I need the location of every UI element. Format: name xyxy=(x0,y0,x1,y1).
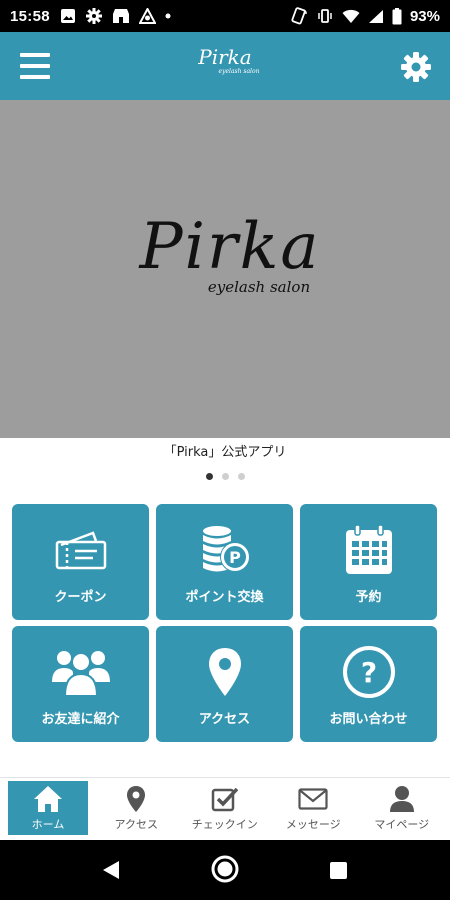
nav-triangle-icon xyxy=(138,8,156,24)
tab-message-label: メッセージ xyxy=(285,818,341,831)
bottom-tab-bar: ホーム アクセス チェックイン メッセージ マイページ xyxy=(0,777,450,839)
point-exchange-label: ポイント交換 xyxy=(185,590,264,605)
header-logo-subtext: eyelash salon xyxy=(218,68,260,75)
refer-friend-tile[interactable]: お友達に紹介 xyxy=(12,626,149,742)
svg-text:P: P xyxy=(229,548,241,567)
phone-signal-icon xyxy=(291,7,307,25)
hero-banner[interactable]: Pirka eyelash salon xyxy=(0,100,450,438)
banner-logo-text: Pirka xyxy=(139,210,321,284)
reservation-tile[interactable]: 予約 xyxy=(300,504,437,620)
people-icon xyxy=(51,651,110,697)
header-logo-text: Pirka xyxy=(198,45,252,69)
map-pin-icon xyxy=(208,648,241,696)
reservation-label: 予約 xyxy=(355,590,382,605)
battery-icon xyxy=(392,7,402,24)
access-label: アクセス xyxy=(198,712,251,727)
tab-message[interactable]: メッセージ xyxy=(269,781,358,835)
point-exchange-tile[interactable]: P ポイント交換 xyxy=(156,504,293,620)
coins-p-icon: P xyxy=(202,526,250,572)
checkbox-icon xyxy=(211,787,239,812)
menu-icon-bar xyxy=(20,64,50,68)
back-icon[interactable] xyxy=(102,860,120,880)
envelope-icon xyxy=(298,788,328,810)
settings-icon xyxy=(85,8,102,24)
tab-mypage-label: マイページ xyxy=(374,818,430,831)
wifi-icon xyxy=(342,9,360,23)
access-tile[interactable]: アクセス xyxy=(156,626,293,742)
image-icon xyxy=(60,9,75,23)
contact-tile[interactable]: ? お問い合わせ xyxy=(300,626,437,742)
recent-apps-icon[interactable] xyxy=(330,862,347,879)
banner-logo: Pirka eyelash salon xyxy=(120,212,340,296)
svg-text:?: ? xyxy=(360,656,376,689)
tab-mypage[interactable]: マイページ xyxy=(358,781,447,835)
menu-button[interactable] xyxy=(20,53,50,79)
map-pin-icon xyxy=(127,786,146,812)
tab-checkin-label: チェックイン xyxy=(191,818,258,831)
store-icon xyxy=(112,9,129,23)
ticket-icon xyxy=(55,531,106,570)
status-bar: 15:58 93% xyxy=(0,0,450,32)
carousel-dots[interactable] xyxy=(0,473,450,480)
tab-home[interactable]: ホーム xyxy=(8,781,88,835)
carousel-dot-3[interactable] xyxy=(237,473,245,480)
tab-home-label: ホーム xyxy=(31,818,65,831)
question-icon: ? xyxy=(342,646,395,698)
home-circle-icon[interactable] xyxy=(210,854,240,884)
battery-percent: 93% xyxy=(409,7,440,25)
tab-access[interactable]: アクセス xyxy=(92,781,181,835)
carousel-dot-1[interactable] xyxy=(205,473,213,480)
menu-icon-bar xyxy=(20,75,50,79)
menu-icon-bar xyxy=(20,53,50,57)
contact-label: お問い合わせ xyxy=(329,712,408,727)
settings-gear-button[interactable] xyxy=(400,51,432,83)
signal-icon xyxy=(368,9,383,23)
calendar-icon xyxy=(345,524,392,574)
banner-caption: 「Pirka」公式アプリ xyxy=(163,445,287,460)
system-nav-bar xyxy=(0,840,450,900)
header-logo: Pirka eyelash salon xyxy=(175,46,275,86)
tab-access-label: アクセス xyxy=(114,818,158,831)
refer-friend-label: お友達に紹介 xyxy=(41,712,120,727)
home-icon xyxy=(34,786,62,812)
coupon-tile[interactable]: クーポン xyxy=(12,504,149,620)
menu-grid: クーポン P ポイント交換 予約 お友達に紹介 アクセス ? お問い合わせ xyxy=(12,504,438,742)
dot-icon xyxy=(165,13,171,19)
app-header: Pirka eyelash salon xyxy=(0,32,450,100)
carousel-dot-2[interactable] xyxy=(221,473,229,480)
person-icon xyxy=(389,786,414,812)
vibrate-icon xyxy=(318,9,332,23)
coupon-label: クーポン xyxy=(54,590,107,605)
status-time: 15:58 xyxy=(10,7,50,25)
tab-checkin[interactable]: チェックイン xyxy=(181,781,270,835)
